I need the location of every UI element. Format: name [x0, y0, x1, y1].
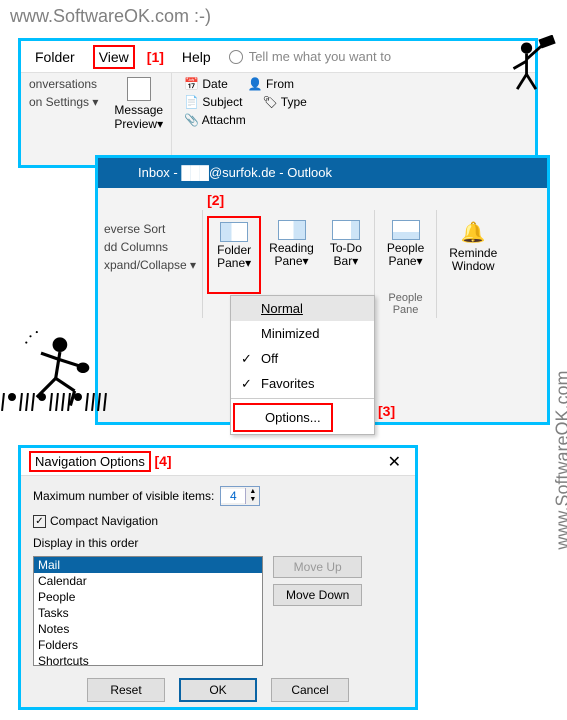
- annotation-2: [2]: [207, 192, 224, 208]
- dropdown-separator: [231, 398, 374, 399]
- watermark-top: www.SoftwareOK.com :-): [10, 6, 211, 27]
- cancel-button[interactable]: Cancel: [271, 678, 349, 702]
- reminders-window-button[interactable]: 🔔 Reminde Window: [441, 216, 505, 294]
- watermark-right: www.SoftwareOK.com: [553, 371, 567, 550]
- reminders-label: Reminde Window: [449, 247, 497, 273]
- todo-bar-icon: [332, 220, 360, 240]
- display-order-label: Display in this order: [33, 536, 403, 550]
- dropdown-options[interactable]: Options...: [233, 403, 333, 432]
- people-pane-button[interactable]: People Pane▾: [379, 216, 432, 294]
- outlook-ribbon-view: Folder View [1] Help Tell me what you wa…: [18, 38, 538, 168]
- reading-pane-button[interactable]: Reading Pane▾: [261, 216, 322, 294]
- menubar: Folder View [1] Help Tell me what you wa…: [21, 41, 535, 73]
- dialog-titlebar: Navigation Options [4] ✕: [21, 448, 415, 476]
- lightbulb-icon: [229, 50, 243, 64]
- window-group: 🔔 Reminde Window: [437, 210, 509, 318]
- hammer-figure-icon: [506, 35, 562, 103]
- folder-pane-icon: [220, 222, 248, 242]
- ok-button[interactable]: OK: [179, 678, 257, 702]
- todo-bar-button[interactable]: To-Do Bar▾: [322, 216, 370, 294]
- add-columns[interactable]: dd Columns: [104, 240, 196, 254]
- arrange-type[interactable]: 🏷 Type: [262, 95, 306, 109]
- navigation-options-dialog: Navigation Options [4] ✕ Maximum number …: [18, 445, 418, 710]
- reading-pane-label: Reading Pane▾: [269, 242, 314, 268]
- folder-pane-label: Folder Pane▾: [217, 244, 251, 270]
- people-pane-icon: [392, 220, 420, 240]
- list-item[interactable]: Mail: [34, 557, 262, 573]
- annotation-4: [4]: [154, 453, 171, 469]
- reading-pane-icon: [278, 220, 306, 240]
- conversations-label: onversations: [29, 77, 98, 91]
- list-item[interactable]: Folders: [34, 637, 262, 653]
- bell-icon: 🔔: [461, 220, 486, 245]
- message-preview-label: Message Preview▾: [114, 103, 163, 131]
- grass-decoration: [0, 393, 120, 425]
- folder-pane-dropdown: Normal Minimized Off Favorites Options..…: [230, 295, 375, 435]
- message-preview-button[interactable]: Message Preview▾: [106, 73, 171, 165]
- reverse-sort[interactable]: everse Sort: [104, 222, 196, 236]
- compact-navigation-label: Compact Navigation: [50, 514, 158, 528]
- message-preview-icon: [127, 77, 151, 101]
- dropdown-minimized[interactable]: Minimized: [231, 321, 374, 346]
- list-item[interactable]: Calendar: [34, 573, 262, 589]
- spinner-up[interactable]: ▲: [245, 488, 259, 496]
- conversations-group: onversations on Settings ▾: [21, 73, 106, 165]
- list-item[interactable]: Tasks: [34, 605, 262, 621]
- move-down-button[interactable]: Move Down: [273, 584, 362, 606]
- arrangement-group: 📅 Date 👤 From 📄 Subject 🏷 Type 📎 Attachm: [171, 73, 315, 165]
- spinner-down[interactable]: ▼: [245, 496, 259, 504]
- arrange-from[interactable]: 👤 From: [248, 77, 294, 91]
- folder-pane-button[interactable]: Folder Pane▾: [207, 216, 261, 294]
- checkbox-icon: ✓: [33, 515, 46, 528]
- people-pane-group-label: People Pane: [375, 292, 436, 316]
- list-item[interactable]: People: [34, 589, 262, 605]
- tell-me-label: Tell me what you want to: [249, 49, 391, 64]
- move-up-button[interactable]: Move Up: [273, 556, 362, 578]
- conversation-settings[interactable]: on Settings ▾: [29, 95, 98, 109]
- annotation-1: [1]: [147, 49, 164, 65]
- tell-me-search[interactable]: Tell me what you want to: [229, 49, 391, 64]
- max-items-spinner[interactable]: ▲▼: [220, 486, 260, 506]
- menu-help[interactable]: Help: [176, 45, 217, 69]
- dialog-title: Navigation Options: [29, 451, 151, 472]
- people-pane-label: People Pane▾: [387, 242, 424, 268]
- list-item[interactable]: Notes: [34, 621, 262, 637]
- dropdown-normal[interactable]: Normal: [231, 296, 374, 321]
- close-button[interactable]: ✕: [382, 452, 407, 472]
- expand-collapse[interactable]: xpand/Collapse ▾: [104, 258, 196, 272]
- people-pane-group: People Pane▾ People Pane: [375, 210, 437, 318]
- dropdown-off[interactable]: Off: [231, 346, 374, 371]
- dialog-body: Maximum number of visible items: ▲▼ ✓ Co…: [21, 476, 415, 712]
- todo-bar-label: To-Do Bar▾: [330, 242, 362, 268]
- dropdown-favorites[interactable]: Favorites: [231, 371, 374, 396]
- arrange-subject[interactable]: 📄 Subject: [184, 95, 242, 109]
- list-item[interactable]: Shortcuts: [34, 653, 262, 666]
- compact-navigation-checkbox[interactable]: ✓ Compact Navigation: [33, 514, 158, 528]
- arrange-attachments[interactable]: 📎 Attachm: [184, 113, 246, 127]
- menu-folder[interactable]: Folder: [29, 45, 81, 69]
- max-items-label: Maximum number of visible items:: [33, 489, 214, 503]
- arrange-date[interactable]: 📅 Date: [184, 77, 228, 91]
- window-title: Inbox - ███@surfok.de - Outlook: [98, 158, 547, 188]
- order-listbox[interactable]: Mail Calendar People Tasks Notes Folders…: [33, 556, 263, 666]
- annotation-3: [3]: [378, 403, 395, 419]
- max-items-input[interactable]: [221, 489, 245, 503]
- sort-group: everse Sort dd Columns xpand/Collapse ▾: [98, 216, 202, 318]
- menu-view[interactable]: View: [93, 45, 135, 69]
- reset-button[interactable]: Reset: [87, 678, 165, 702]
- ribbon-row: onversations on Settings ▾ Message Previ…: [21, 73, 535, 165]
